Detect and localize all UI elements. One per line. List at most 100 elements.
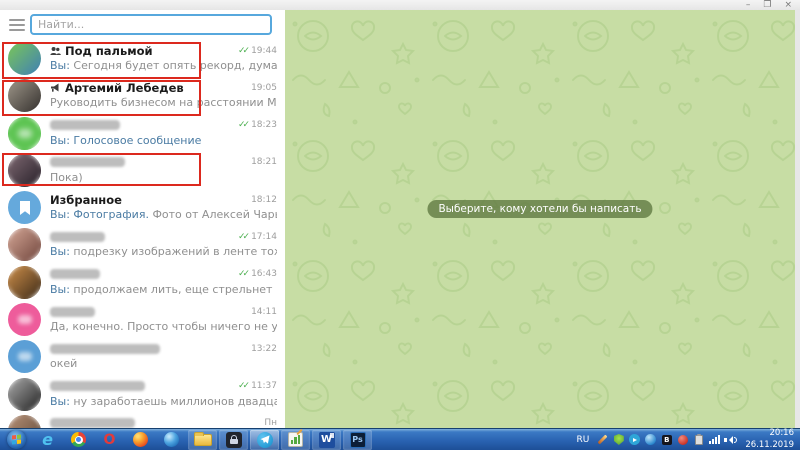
chat-row[interactable]: Пн <box>0 413 285 428</box>
avatar <box>8 79 41 112</box>
read-checks-icon: ✓✓ <box>238 120 247 130</box>
avatar <box>8 42 41 75</box>
antivirus-shield-icon[interactable] <box>613 434 624 445</box>
sender-prefix: Вы: <box>50 395 70 408</box>
opera-icon: O <box>104 433 116 447</box>
taskbar-word[interactable]: W <box>312 430 341 450</box>
chat-time: 14:11 <box>251 307 277 317</box>
taskbar-keepass[interactable] <box>219 430 248 450</box>
telegram-window: Под пальмой ✓✓ 19:44 Вы: Сегодня будет оп… <box>0 10 795 428</box>
folder-icon <box>194 434 212 446</box>
chat-time: 18:23 <box>251 120 277 130</box>
chat-row-saved-messages[interactable]: Избранное 18:12 Вы: Фотография. Фото от … <box>0 189 285 226</box>
taskbar-photoshop[interactable]: Ps <box>343 430 372 450</box>
chat-time: 13:22 <box>251 344 277 354</box>
minimize-button[interactable]: – <box>746 1 751 10</box>
message-preview: продолжаем лить, еще стрельнет <box>70 283 273 296</box>
chat-time: 18:12 <box>251 195 277 205</box>
chat-time: 17:14 <box>251 232 277 242</box>
chat-row[interactable]: ✓✓17:14 Вы: подрезку изображений в ленте… <box>0 226 285 263</box>
taskbar-opera[interactable]: O <box>95 430 124 450</box>
chat-row[interactable]: 13:22 окей <box>0 338 285 375</box>
window-title-bar: – ❐ × <box>0 0 800 10</box>
chat-list-panel: Под пальмой ✓✓ 19:44 Вы: Сегодня будет оп… <box>0 10 285 428</box>
search-input[interactable] <box>30 14 272 35</box>
sender-prefix: Вы: <box>50 59 70 72</box>
message-preview: ну заработаешь миллионов двадцать со вре… <box>70 395 277 408</box>
pencil-tray-icon[interactable] <box>597 434 608 445</box>
chat-row[interactable]: 18:21 Пока) <box>0 152 285 189</box>
clipboard-tray-icon[interactable] <box>693 434 704 445</box>
restore-button[interactable]: ❐ <box>763 1 771 10</box>
blurred-chat-name <box>50 381 145 391</box>
chat-time: 19:05 <box>251 83 277 93</box>
red-app-tray-icon[interactable] <box>677 434 688 445</box>
avatar <box>8 266 41 299</box>
message-preview: Сегодня будет опять рекорд, думаю, на <box>70 59 277 72</box>
chat-row[interactable]: ✓✓11:37 Вы: ну заработаешь миллионов два… <box>0 376 285 413</box>
chat-name: Артемий Лебедев <box>65 81 184 95</box>
lock-icon <box>226 432 242 448</box>
taskbar-edge[interactable] <box>157 430 186 450</box>
group-icon <box>50 46 61 56</box>
close-button[interactable]: × <box>784 1 792 10</box>
windows-taskbar: e O W Ps RU B 20:16 26.11.2019 <box>0 428 800 450</box>
chat-row[interactable]: 14:11 Да, конечно. Просто чтобы ничего н… <box>0 301 285 338</box>
b-app-tray-icon[interactable]: B <box>661 434 672 445</box>
taskbar-firefox[interactable] <box>126 430 155 450</box>
avatar <box>8 415 41 428</box>
blurred-chat-name <box>50 418 135 428</box>
chat-row[interactable]: ✓✓18:23 Вы: Голосовое сообщение <box>0 115 285 152</box>
chat-time: 19:44 <box>251 46 277 56</box>
start-button[interactable] <box>2 430 31 450</box>
internet-explorer-icon: e <box>42 432 53 448</box>
avatar <box>8 191 41 224</box>
blue-swirl-tray-icon[interactable] <box>645 434 656 445</box>
volume-icon[interactable] <box>725 434 736 445</box>
chat-row-pod-palmoy[interactable]: Под пальмой ✓✓ 19:44 Вы: Сегодня будет оп… <box>0 40 285 77</box>
chat-list: Под пальмой ✓✓ 19:44 Вы: Сегодня будет оп… <box>0 40 285 428</box>
chat-name: Избранное <box>50 193 122 207</box>
taskbar-clock[interactable]: 20:16 26.11.2019 <box>745 428 794 450</box>
read-checks-icon: ✓✓ <box>238 232 247 242</box>
message-preview: Фото от Алексей Чарыков <box>149 208 277 221</box>
taskbar-chrome[interactable] <box>64 430 93 450</box>
message-preview: подрезку изображений в ленте тоже сделал… <box>70 245 277 258</box>
blurred-chat-name <box>50 269 100 279</box>
blurred-chat-name <box>50 344 160 354</box>
chat-time: Пн <box>264 418 277 428</box>
taskbar-explorer[interactable] <box>188 430 217 450</box>
sender-prefix: Вы: <box>50 283 70 296</box>
message-preview: Пока) <box>50 171 83 184</box>
taskbar-internet-explorer[interactable]: e <box>33 430 62 450</box>
chart-icon <box>288 432 303 447</box>
chat-row[interactable]: ✓✓ 16:43 Вы: продолжаем лить, еще стрельн… <box>0 264 285 301</box>
language-indicator[interactable]: RU <box>576 435 589 445</box>
avatar <box>8 378 41 411</box>
photoshop-icon: Ps <box>350 432 366 448</box>
windows-start-icon <box>7 430 26 449</box>
blurred-chat-name <box>50 120 120 130</box>
chat-row-artemiy-lebedev[interactable]: Артемий Лебедев 19:05 Руководить бизнесо… <box>0 77 285 114</box>
chat-name: Под пальмой <box>65 44 153 58</box>
blurred-chat-name <box>50 157 125 167</box>
avatar <box>8 154 41 187</box>
menu-hamburger-icon[interactable] <box>9 19 25 31</box>
bookmark-icon <box>18 200 32 216</box>
taskbar-telegram[interactable] <box>250 430 279 450</box>
message-preview: Да, конечно. Просто чтобы ничего не упус… <box>50 320 277 333</box>
word-icon: W <box>319 432 335 448</box>
telegram-tray-icon[interactable] <box>629 434 640 445</box>
chat-time: 16:43 <box>251 269 277 279</box>
read-checks-icon: ✓✓ <box>238 269 247 279</box>
empty-chat-hint: Выберите, кому хотели бы написать <box>427 200 652 218</box>
taskbar-chart-app[interactable] <box>281 430 310 450</box>
search-row <box>0 10 285 40</box>
blurred-chat-name <box>50 307 95 317</box>
chat-time: 18:21 <box>251 157 277 167</box>
network-icon[interactable] <box>709 434 720 445</box>
read-checks-icon: ✓✓ <box>238 46 247 56</box>
avatar <box>8 117 41 150</box>
edge-icon <box>164 432 179 447</box>
clock-time: 20:16 <box>745 428 794 439</box>
